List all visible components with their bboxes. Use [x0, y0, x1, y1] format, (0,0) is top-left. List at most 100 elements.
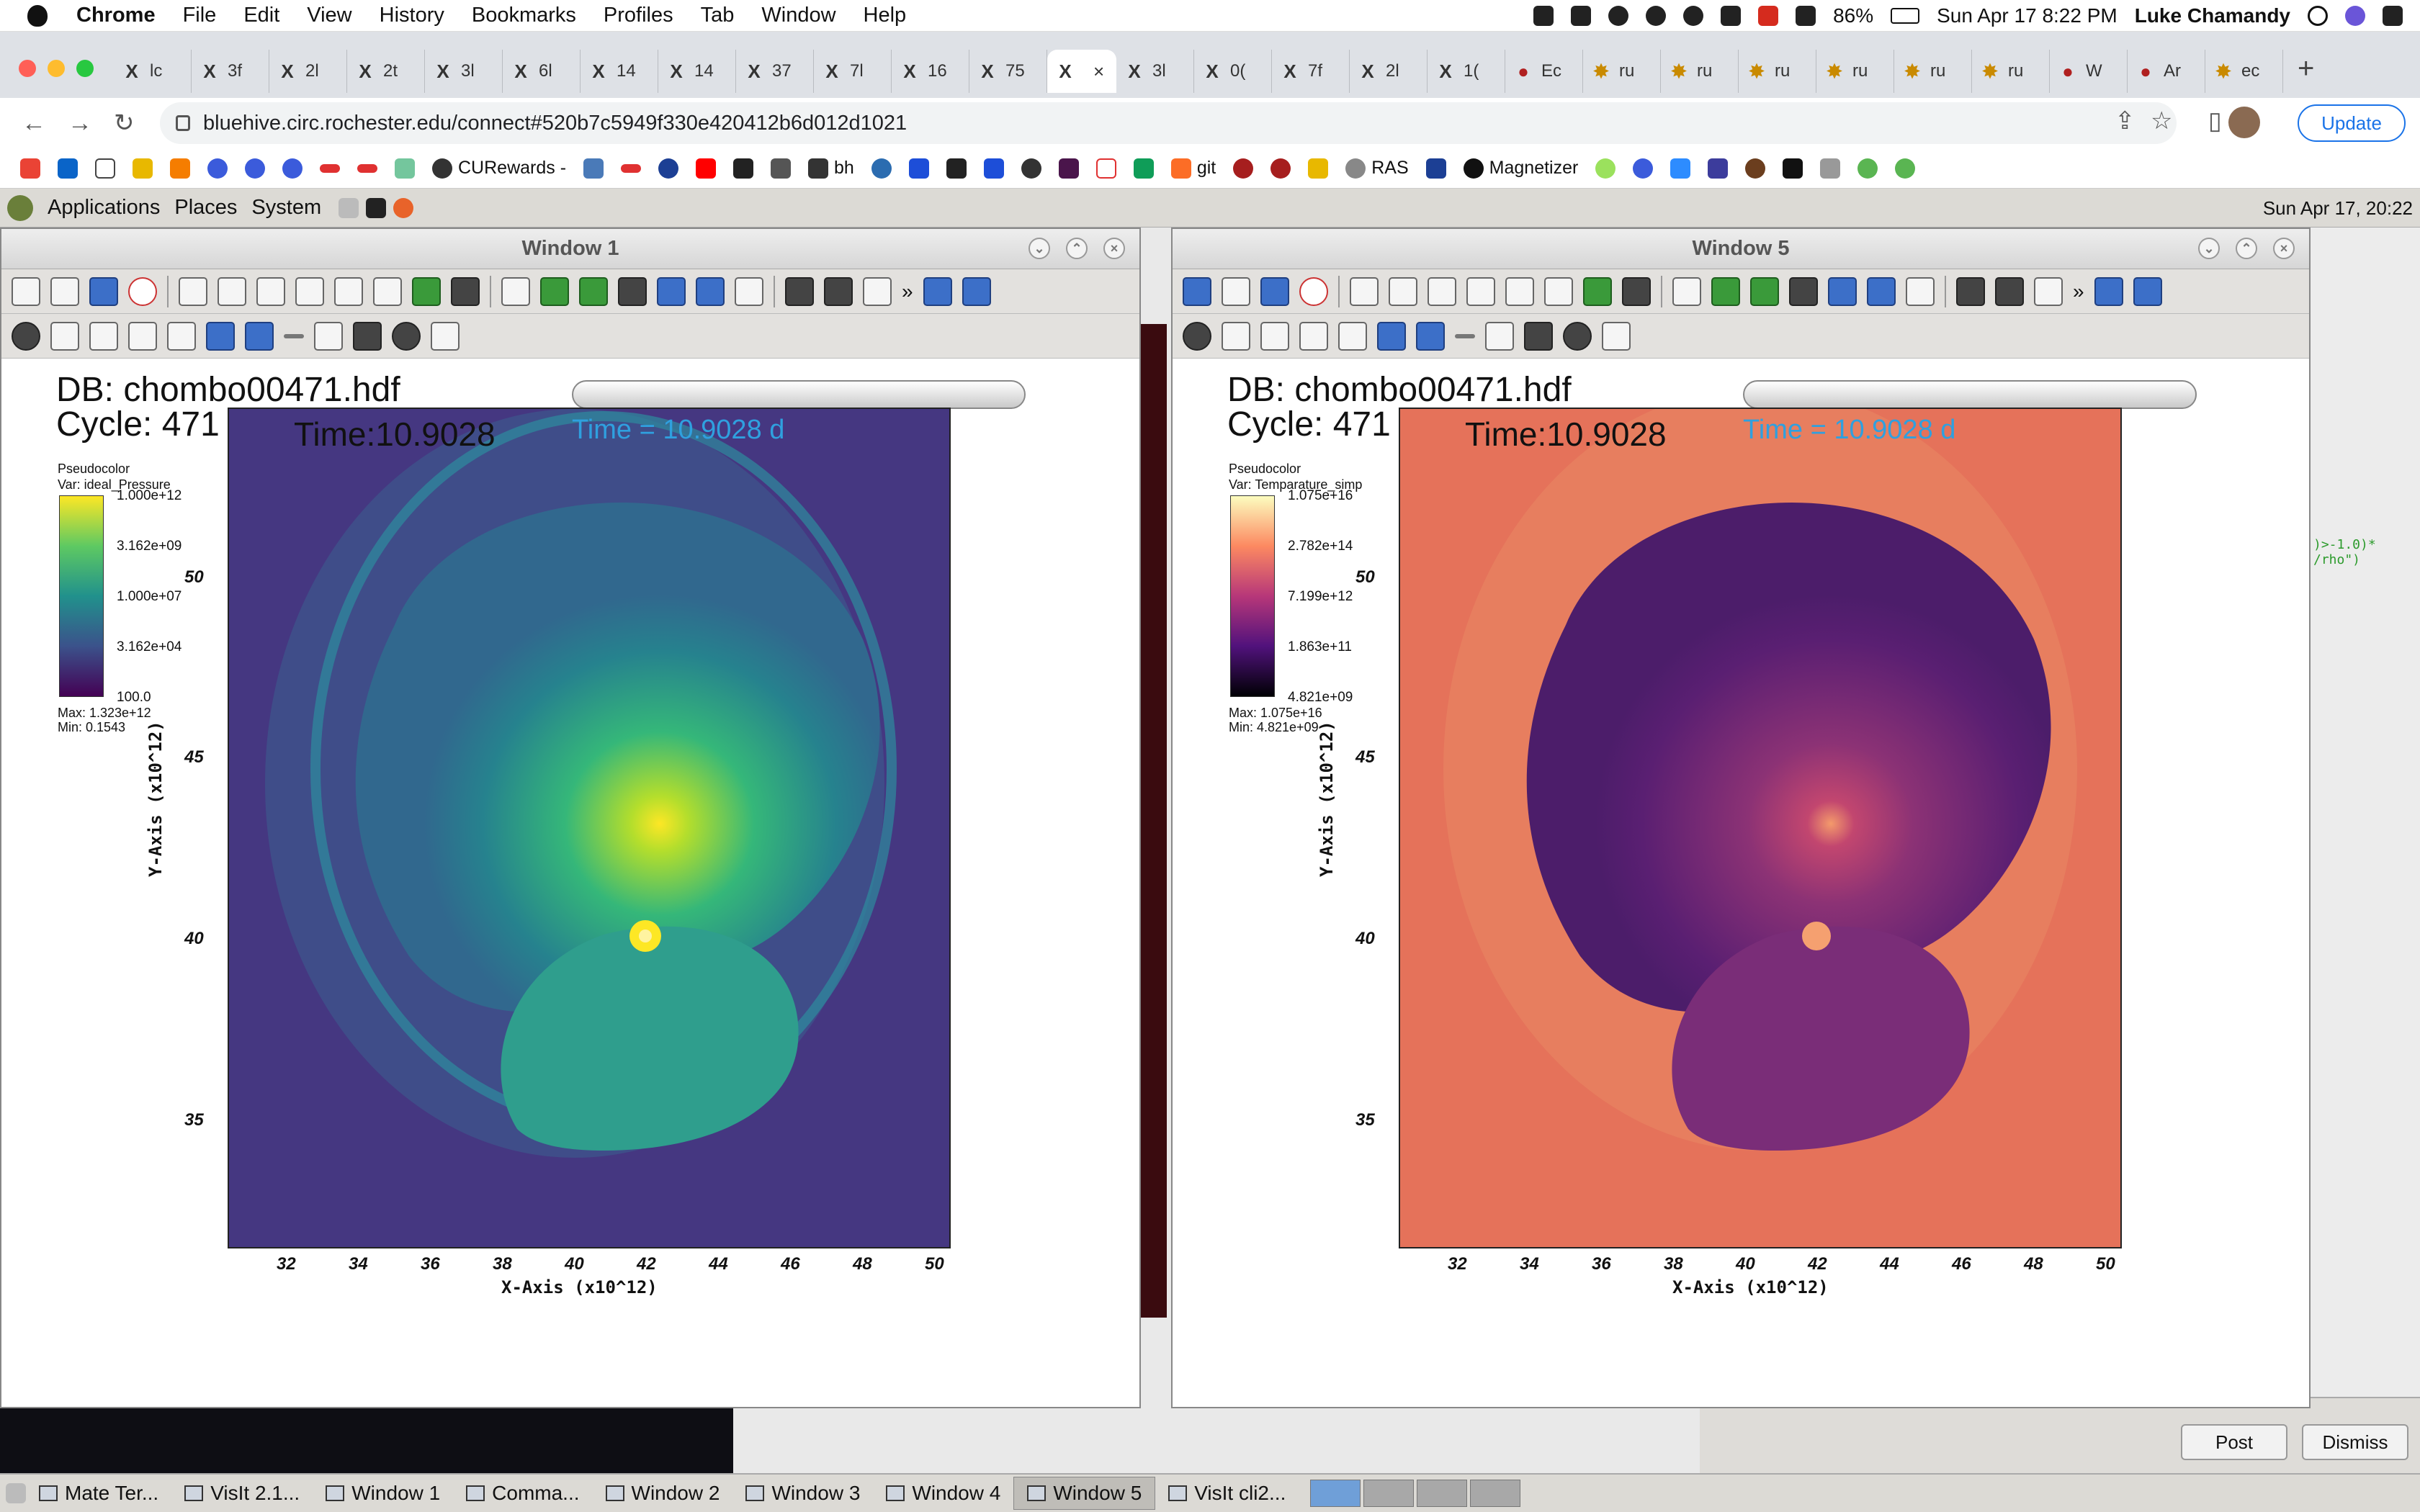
zoom-icon[interactable] — [1222, 321, 1250, 351]
menubar-clock[interactable]: Sun Apr 17 8:22 PM — [1937, 4, 2118, 27]
flag-icon[interactable] — [1758, 6, 1779, 26]
spreadsheet-pick-icon[interactable] — [167, 321, 196, 351]
menu-profiles[interactable]: Profiles — [604, 4, 673, 27]
browser-tab[interactable]: Xlc — [114, 50, 192, 93]
menu-edit[interactable]: Edit — [243, 4, 279, 27]
reload-icon[interactable]: ↻ — [114, 109, 135, 138]
navigate-icon[interactable] — [12, 321, 40, 351]
box-tool-icon[interactable] — [353, 321, 382, 351]
box-tool-icon[interactable] — [1524, 321, 1553, 351]
workspace-4[interactable] — [1470, 1480, 1521, 1507]
zoom-icon[interactable] — [1533, 6, 1554, 26]
camera-icon[interactable] — [1789, 276, 1818, 306]
minimize-window-button[interactable] — [48, 60, 65, 77]
plot-area[interactable]: DB: chombo00471.hdf Cycle: 471 Time:10.90… — [1173, 359, 2309, 1407]
close-tab-icon[interactable]: × — [1093, 60, 1104, 83]
lineout-icon[interactable] — [1377, 321, 1406, 351]
bookmark-globe[interactable] — [1021, 158, 1041, 179]
minimize-icon[interactable]: ⌄ — [2198, 238, 2220, 259]
bookmark-leaf2[interactable] — [1895, 158, 1916, 179]
maximize-icon[interactable]: ⌃ — [1066, 238, 1088, 259]
delete-window-icon[interactable] — [1299, 276, 1328, 306]
bookmark-s[interactable] — [1783, 158, 1803, 179]
menu-history[interactable]: History — [380, 4, 444, 27]
browser-tab[interactable]: X × — [1047, 50, 1116, 93]
bookmark-a3[interactable] — [282, 158, 302, 179]
browser-tab[interactable]: X 6l — [503, 50, 581, 93]
bookmark-tsn2[interactable] — [621, 163, 642, 173]
firefox-icon[interactable] — [393, 197, 414, 218]
camera-print-icon[interactable] — [696, 276, 725, 306]
layout-2x2-icon[interactable] — [256, 276, 285, 306]
browser-tab[interactable]: X 7l — [814, 50, 892, 93]
taskbar-item[interactable]: Comma... — [453, 1477, 592, 1510]
gnome-clock[interactable]: Sun Apr 17, 20:22 — [2263, 197, 2413, 220]
workspace-switcher[interactable] — [1310, 1480, 1521, 1507]
show-desktop-icon[interactable] — [6, 1483, 26, 1503]
bookmark-star-icon[interactable]: ☆ — [2151, 107, 2172, 135]
spotlight-icon[interactable] — [2308, 6, 2328, 26]
layout-2x3-icon[interactable] — [295, 276, 324, 306]
lineout-icon[interactable] — [206, 321, 235, 351]
menu-file[interactable]: File — [183, 4, 217, 27]
browser-tab[interactable]: ✸ ru — [1972, 50, 2050, 93]
reset-icon[interactable] — [735, 276, 763, 306]
menubar-user[interactable]: Luke Chamandy — [2135, 4, 2290, 27]
browser-tab[interactable]: X 14 — [581, 50, 658, 93]
sidebar-icon[interactable]: ▯ — [2208, 107, 2222, 135]
bookmark-arxiv[interactable] — [771, 158, 792, 179]
lock-view-icon[interactable] — [540, 276, 569, 306]
spin-icon[interactable] — [412, 276, 441, 306]
camera-icon[interactable] — [618, 276, 647, 306]
node-pick-icon[interactable] — [1299, 321, 1328, 351]
menu-help[interactable]: Help — [864, 4, 907, 27]
siri-icon[interactable] — [2345, 6, 2365, 26]
bookmark-star2[interactable] — [983, 158, 1004, 179]
invert-icon[interactable] — [1622, 276, 1651, 306]
dismiss-button[interactable]: Dismiss — [2302, 1424, 2408, 1460]
zoom-window-button[interactable] — [76, 60, 94, 77]
copy-window-icon[interactable] — [1222, 276, 1250, 306]
bookmark-x[interactable] — [95, 158, 115, 179]
post-button[interactable]: Post — [2181, 1424, 2287, 1460]
bookmark-x2[interactable] — [908, 158, 929, 179]
pointer-icon[interactable] — [245, 321, 274, 351]
spin-icon[interactable] — [1583, 276, 1612, 306]
update-button[interactable]: Update — [2298, 104, 2406, 142]
node-pick-icon[interactable] — [128, 321, 157, 351]
bluetooth-icon[interactable] — [1683, 6, 1704, 26]
taskbar-item[interactable]: Window 2 — [593, 1477, 733, 1510]
bookmark-blogger[interactable] — [170, 158, 190, 179]
share-icon[interactable]: ⇪ — [2115, 107, 2136, 135]
browser-tab[interactable]: X 3l — [1116, 50, 1194, 93]
layout-3x3-icon[interactable] — [373, 276, 402, 306]
toolbar-overflow-icon[interactable]: » — [2073, 280, 2084, 303]
menu-window[interactable]: Window — [761, 4, 835, 27]
visit-window-5[interactable]: Window 5 ⌄ ⌃ × » DB: chombo00471.hdf Cycle:… — [1171, 228, 2311, 1408]
bookmark-zoom[interactable] — [1670, 158, 1691, 179]
lock-time-icon[interactable] — [1750, 276, 1779, 306]
bookmark-git[interactable]: git — [1170, 158, 1216, 179]
terminal-icon[interactable] — [366, 197, 387, 218]
zone-pick-icon[interactable] — [89, 321, 118, 351]
plane-tool-icon[interactable] — [314, 321, 343, 351]
axis-restrict-icon[interactable] — [431, 321, 460, 351]
navigate-icon[interactable] — [1183, 321, 1211, 351]
plot-area[interactable]: DB: chombo00471.hdf Cycle: 471 Time:10.90… — [1, 359, 1139, 1407]
layout-2x4-icon[interactable] — [334, 276, 363, 306]
bookmark-outlook[interactable] — [58, 158, 78, 179]
taskbar-item[interactable]: Window 1 — [313, 1477, 453, 1510]
bookmark-ras[interactable]: RAS — [1345, 158, 1409, 179]
bookmark-star3[interactable] — [1095, 158, 1116, 179]
layout-1x1-icon[interactable] — [1350, 276, 1379, 306]
browser-tab[interactable]: ✸ ru — [1816, 50, 1894, 93]
pointer-icon[interactable] — [1416, 321, 1445, 351]
plane-tool-icon[interactable] — [1485, 321, 1514, 351]
delete-window-icon[interactable] — [128, 276, 157, 306]
line-tool-icon[interactable] — [284, 333, 304, 338]
browser-tab[interactable]: ✸ ru — [1739, 50, 1816, 93]
bookmark-bh[interactable]: bh — [808, 158, 854, 179]
bookmark-key[interactable] — [1308, 158, 1329, 179]
browser-tab[interactable]: ● Ec — [1505, 50, 1583, 93]
bookmark-m[interactable] — [395, 158, 415, 179]
